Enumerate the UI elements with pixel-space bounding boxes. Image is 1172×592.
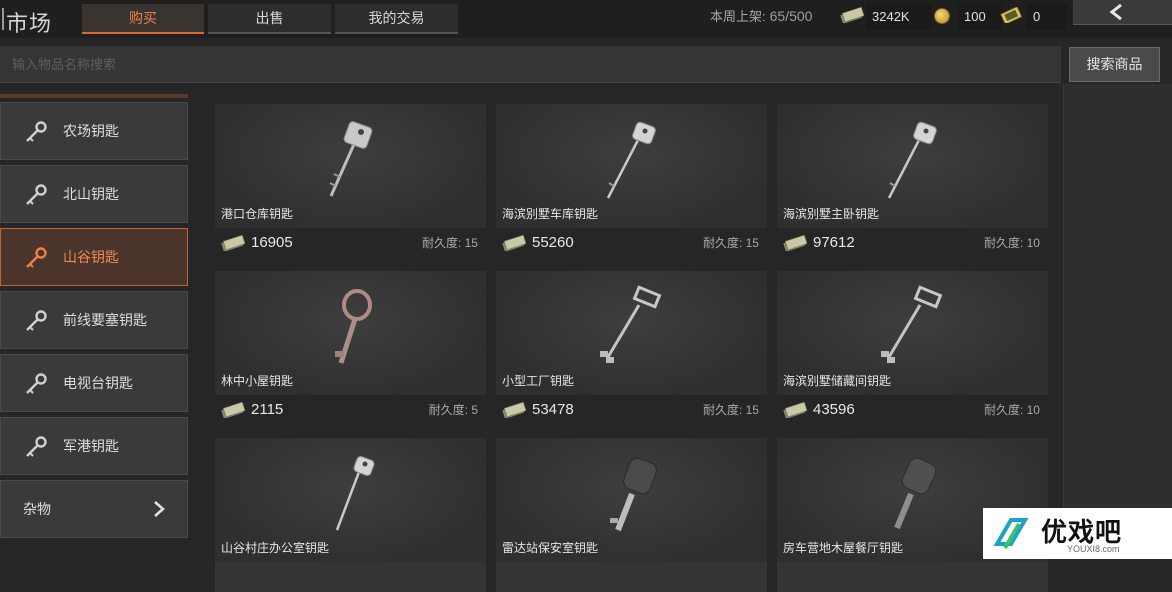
sidebar-item-label: 前线要塞钥匙	[63, 312, 147, 328]
item-price: 97612	[813, 234, 855, 251]
weekly-listing-value: 65/500	[769, 8, 813, 24]
item-name: 林中小屋钥匙	[221, 374, 294, 388]
search-bar	[0, 46, 1061, 83]
item-durability: 耐久度: 10	[983, 403, 1040, 417]
chevron-left-icon	[1109, 3, 1122, 21]
tab-sell[interactable]: 出售	[208, 4, 331, 34]
item-footer: 55260 耐久度: 15	[496, 228, 767, 258]
cash-icon	[840, 7, 864, 23]
sidebar-divider	[0, 94, 188, 98]
item-name: 雷达站保安室钥匙	[502, 541, 599, 555]
key-icon	[26, 310, 47, 331]
listing-card[interactable]: 海滨别墅主卧钥匙 97612 耐久度: 10	[777, 104, 1048, 258]
item-name: 海滨别墅储藏间钥匙	[783, 374, 892, 388]
item-durability: 耐久度: 10	[983, 236, 1040, 250]
right-panel-strip	[1063, 84, 1172, 559]
cash-icon	[502, 402, 526, 418]
listing-card[interactable]: 山谷村庄办公室钥匙	[215, 438, 486, 592]
item-footer: 97612 耐久度: 10	[777, 228, 1048, 258]
coin-balance: 100	[958, 4, 1002, 30]
category-sidebar: 农场钥匙 北山钥匙 山谷钥匙 前线要塞钥匙 电视台钥匙 军港钥匙 杂物	[0, 94, 188, 559]
cash-icon	[221, 402, 245, 418]
cash-balance: 3242K	[866, 4, 932, 30]
sidebar-item-misc[interactable]: 杂物	[0, 480, 188, 538]
sidebar-item-tv-station-key[interactable]: 电视台钥匙	[0, 354, 188, 412]
weekly-listing-label: 本周上架:	[710, 9, 766, 24]
watermark-logo: 优戏吧 YOUXI8.com	[983, 508, 1172, 559]
item-price: 16905	[251, 234, 293, 251]
item-name: 海滨别墅车库钥匙	[502, 207, 599, 221]
back-button[interactable]	[1073, 0, 1172, 25]
sidebar-item-label: 北山钥匙	[63, 186, 119, 202]
item-footer: 16905 耐久度: 15	[215, 228, 486, 258]
search-input[interactable]	[0, 46, 1050, 82]
sidebar-item-label: 山谷钥匙	[63, 249, 119, 265]
tab-my-trades[interactable]: 我的交易	[335, 4, 458, 34]
item-name: 山谷村庄办公室钥匙	[221, 541, 330, 555]
listing-card[interactable]: 雷达站保安室钥匙	[496, 438, 767, 592]
cash-icon	[783, 235, 807, 251]
sidebar-item-farm-key[interactable]: 农场钥匙	[0, 102, 188, 160]
item-durability: 耐久度: 15	[702, 403, 759, 417]
item-price: 43596	[813, 401, 855, 418]
item-price: 53478	[532, 401, 574, 418]
item-durability: 耐久度: 5	[428, 403, 478, 417]
key-icon	[26, 373, 47, 394]
page-title: 市场	[1, 6, 52, 38]
key-icon	[26, 184, 47, 205]
cash-icon	[783, 402, 807, 418]
item-price: 55260	[532, 234, 574, 251]
key-icon	[26, 121, 47, 142]
bill-balance: 0	[1027, 4, 1067, 30]
listing-card[interactable]: 海滨别墅车库钥匙 55260 耐久度: 15	[496, 104, 767, 258]
listing-grid: 港口仓库钥匙 16905 耐久度: 15 海滨别墅车库钥匙 55260 耐久度:…	[200, 96, 1060, 592]
cash-icon	[502, 235, 526, 251]
item-durability: 耐久度: 15	[702, 236, 759, 250]
sidebar-item-label: 农场钥匙	[63, 123, 119, 139]
listing-card[interactable]: 海滨别墅储藏间钥匙 43596 耐久度: 10	[777, 271, 1048, 425]
top-bar: 市场 购买 出售 我的交易 本周上架: 65/500 3242K 100 0	[0, 0, 1172, 38]
listing-card[interactable]: 港口仓库钥匙 16905 耐久度: 15	[215, 104, 486, 258]
item-footer: 53478 耐久度: 15	[496, 395, 767, 425]
item-name: 海滨别墅主卧钥匙	[783, 207, 880, 221]
bill-icon	[1000, 7, 1023, 23]
coin-icon	[934, 8, 950, 24]
key-icon	[26, 247, 47, 268]
listing-card[interactable]: 林中小屋钥匙 2115 耐久度: 5	[215, 271, 486, 425]
sidebar-item-valley-key[interactable]: 山谷钥匙	[0, 228, 188, 286]
sidebar-item-label: 电视台钥匙	[63, 375, 133, 391]
item-durability: 耐久度: 15	[421, 236, 478, 250]
sidebar-item-frontline-fortress-key[interactable]: 前线要塞钥匙	[0, 291, 188, 349]
item-footer: 2115 耐久度: 5	[215, 395, 486, 425]
tab-buy[interactable]: 购买	[82, 4, 204, 34]
sidebar-item-naval-port-key[interactable]: 军港钥匙	[0, 417, 188, 475]
key-icon	[26, 436, 47, 457]
chevron-right-icon	[154, 501, 165, 517]
item-name: 港口仓库钥匙	[221, 207, 294, 221]
weekly-listing-counter: 本周上架: 65/500	[710, 0, 812, 32]
item-name: 房车营地木屋餐厅钥匙	[783, 541, 904, 555]
item-price: 2115	[251, 401, 284, 418]
item-footer: 43596 耐久度: 10	[777, 395, 1048, 425]
listing-card[interactable]: 小型工厂钥匙 53478 耐久度: 15	[496, 271, 767, 425]
sidebar-item-north-mountain-key[interactable]: 北山钥匙	[0, 165, 188, 223]
watermark-url: YOUXI8.com	[1067, 544, 1120, 554]
search-button[interactable]: 搜索商品	[1069, 47, 1160, 82]
item-name: 小型工厂钥匙	[502, 374, 575, 388]
sidebar-item-label: 杂物	[23, 501, 51, 517]
logo-icon	[993, 518, 1029, 550]
cash-icon	[221, 235, 245, 251]
sidebar-item-label: 军港钥匙	[63, 438, 119, 454]
